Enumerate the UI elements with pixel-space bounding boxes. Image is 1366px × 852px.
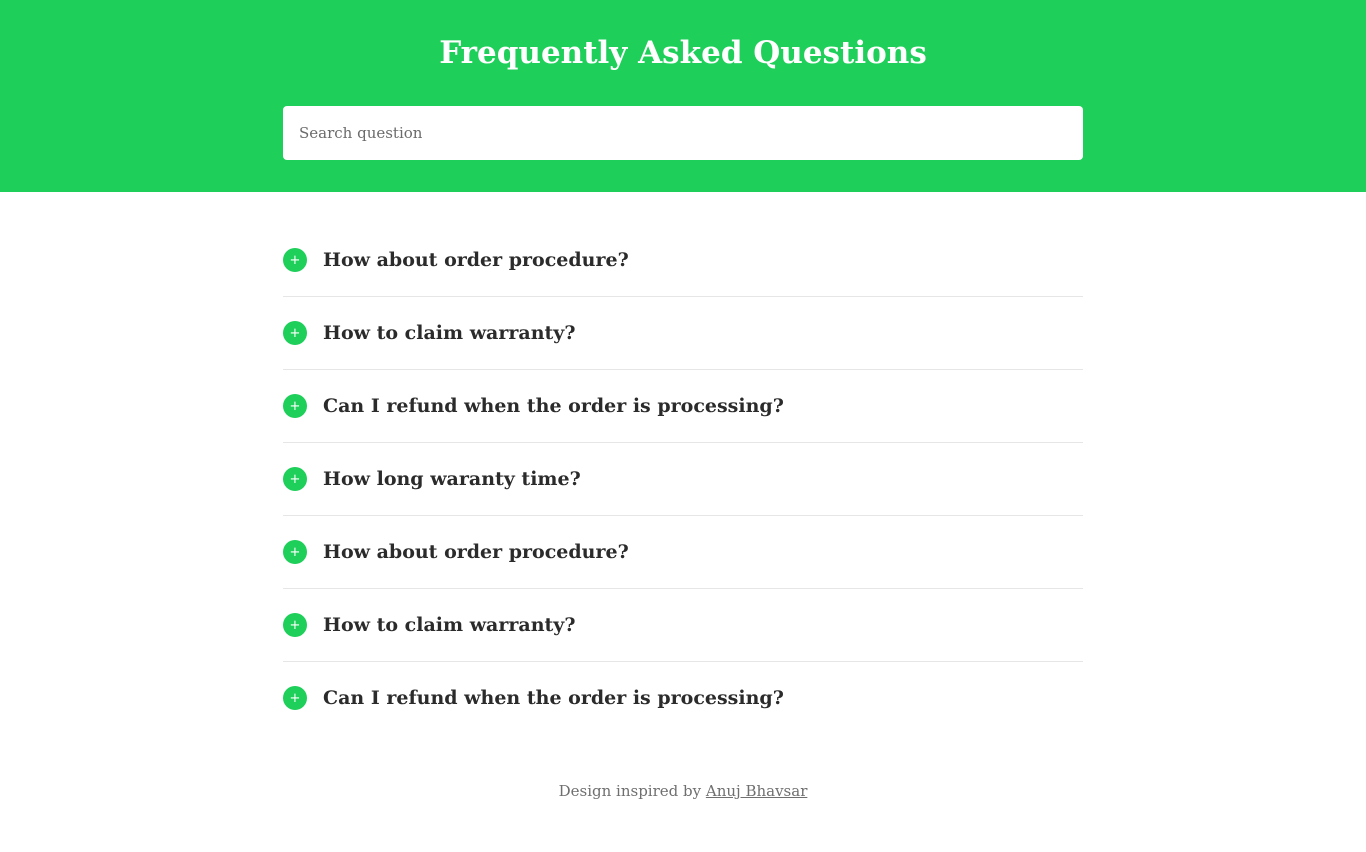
- faq-item[interactable]: + How about order procedure?: [283, 516, 1083, 589]
- faq-list: + How about order procedure? + How to cl…: [283, 224, 1083, 734]
- search-bar: [283, 106, 1083, 160]
- faq-question[interactable]: Can I refund when the order is processin…: [323, 687, 784, 709]
- faq-item[interactable]: + How to claim warranty?: [283, 297, 1083, 370]
- plus-icon[interactable]: +: [283, 540, 307, 564]
- faq-question[interactable]: How long waranty time?: [323, 468, 581, 490]
- footer-credit-text: Design inspired by: [558, 782, 706, 800]
- faq-question[interactable]: How to claim warranty?: [323, 614, 575, 636]
- faq-item[interactable]: + How long waranty time?: [283, 443, 1083, 516]
- author-link[interactable]: Anuj Bhavsar: [706, 782, 807, 800]
- faq-question[interactable]: How about order procedure?: [323, 541, 629, 563]
- faq-question[interactable]: How to claim warranty?: [323, 322, 575, 344]
- page-title: Frequently Asked Questions: [439, 35, 927, 71]
- faq-item[interactable]: + How about order procedure?: [283, 224, 1083, 297]
- faq-question[interactable]: Can I refund when the order is processin…: [323, 395, 784, 417]
- footer: Design inspired by Anuj Bhavsar: [0, 782, 1366, 800]
- plus-icon[interactable]: +: [283, 394, 307, 418]
- faq-item[interactable]: + How to claim warranty?: [283, 589, 1083, 662]
- plus-icon[interactable]: +: [283, 613, 307, 637]
- faq-header: Frequently Asked Questions: [0, 0, 1366, 192]
- faq-item[interactable]: + Can I refund when the order is process…: [283, 662, 1083, 734]
- plus-icon[interactable]: +: [283, 321, 307, 345]
- plus-icon[interactable]: +: [283, 467, 307, 491]
- faq-question[interactable]: How about order procedure?: [323, 249, 629, 271]
- plus-icon[interactable]: +: [283, 248, 307, 272]
- search-input[interactable]: [283, 106, 1083, 160]
- plus-icon[interactable]: +: [283, 686, 307, 710]
- faq-item[interactable]: + Can I refund when the order is process…: [283, 370, 1083, 443]
